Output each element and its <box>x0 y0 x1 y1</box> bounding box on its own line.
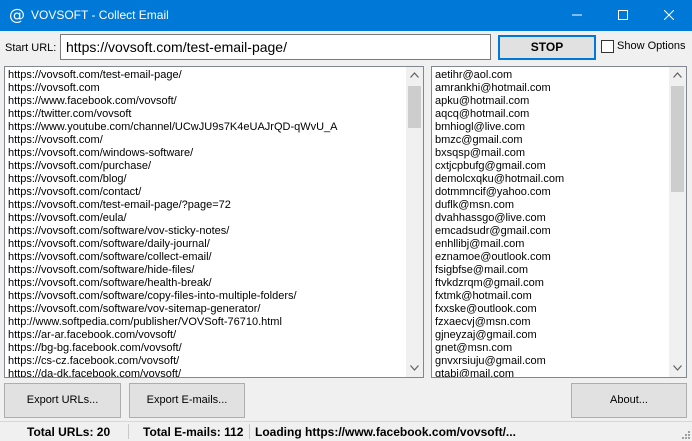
url-list-rows[interactable]: https://vovsoft.com/test-email-page/http… <box>6 69 406 377</box>
email-list-item[interactable]: eznamoe@outlook.com <box>433 251 669 264</box>
status-loading-text: Loading https://www.facebook.com/vovsoft… <box>255 425 516 439</box>
scroll-up-button[interactable] <box>669 67 686 84</box>
export-emails-button[interactable]: Export E-mails... <box>129 383 245 418</box>
email-list-item[interactable]: gjneyzaj@gmail.com <box>433 329 669 342</box>
url-list-item[interactable]: http://www.softpedia.com/publisher/VOVSo… <box>6 316 406 329</box>
scroll-down-button[interactable] <box>669 360 686 377</box>
url-list-item[interactable]: https://vovsoft.com/purchase/ <box>6 160 406 173</box>
email-list-item[interactable]: fsigbfse@mail.com <box>433 264 669 277</box>
list-splitter[interactable] <box>425 66 430 378</box>
close-icon <box>664 10 674 20</box>
url-list-item[interactable]: https://vovsoft.com/software/daily-journ… <box>6 238 406 251</box>
minimize-icon <box>572 14 582 16</box>
about-button[interactable]: About... <box>571 383 687 418</box>
url-list-item[interactable]: https://vovsoft.com/test-email-page/ <box>6 69 406 82</box>
email-list-item[interactable]: dvahhassgo@live.com <box>433 212 669 225</box>
scroll-up-button[interactable] <box>406 67 423 84</box>
email-list-item[interactable]: ftvkdzrqm@gmail.com <box>433 277 669 290</box>
window-title: VOVSOFT - Collect Email <box>31 8 169 22</box>
email-list-item[interactable]: dotmmncif@yahoo.com <box>433 186 669 199</box>
email-list-item[interactable]: enhllibj@mail.com <box>433 238 669 251</box>
url-list-item[interactable]: https://vovsoft.com/software/vov-sitemap… <box>6 303 406 316</box>
url-list-item[interactable]: https://vovsoft.com/blog/ <box>6 173 406 186</box>
url-list-item[interactable]: https://cs-cz.facebook.com/vovsoft/ <box>6 355 406 368</box>
url-list-item[interactable]: https://vovsoft.com/ <box>6 134 406 147</box>
status-divider <box>128 424 129 439</box>
url-list-item[interactable]: https://twitter.com/vovsoft <box>6 108 406 121</box>
email-list-item[interactable]: aqcq@hotmail.com <box>433 108 669 121</box>
url-list-item[interactable]: https://bg-bg.facebook.com/vovsoft/ <box>6 342 406 355</box>
start-url-label: Start URL: <box>5 42 57 54</box>
email-list-rows[interactable]: aetihr@aol.com amrankhi@hotmail.com apku@h… <box>433 69 669 377</box>
email-list-item[interactable]: bxsqsp@mail.com <box>433 147 669 160</box>
email-list-item[interactable]: bmzc@gmail.com <box>433 134 669 147</box>
url-list-item[interactable]: https://ar-ar.facebook.com/vovsoft/ <box>6 329 406 342</box>
email-list-item[interactable]: apku@hotmail.com <box>433 95 669 108</box>
status-total-emails: Total E-mails: 112 <box>143 425 244 439</box>
url-list-item[interactable]: https://www.facebook.com/vovsoft/ <box>6 95 406 108</box>
email-list-item[interactable]: gnet@msn.com <box>433 342 669 355</box>
scroll-down-button[interactable] <box>406 360 423 377</box>
stop-button[interactable]: STOP <box>498 35 596 60</box>
email-list-scrollbar[interactable] <box>669 67 686 377</box>
chevron-down-icon <box>673 365 682 371</box>
email-list-item[interactable]: fxxske@outlook.com <box>433 303 669 316</box>
resize-grip-icon[interactable] <box>681 430 691 440</box>
url-list-item[interactable]: https://vovsoft.com <box>6 82 406 95</box>
chevron-up-icon <box>410 72 419 78</box>
email-list-item[interactable]: demolcxqku@hotmail.com <box>433 173 669 186</box>
scroll-thumb[interactable] <box>671 86 684 192</box>
title-bar[interactable]: @ VOVSOFT - Collect Email <box>0 0 692 31</box>
url-list-scrollbar[interactable] <box>406 67 423 377</box>
url-list-item[interactable]: https://www.youtube.com/channel/UCwJU9s7… <box>6 121 406 134</box>
status-divider <box>249 424 250 439</box>
email-list-item[interactable]: cxtjcpbufg@gmail.com <box>433 160 669 173</box>
maximize-button[interactable] <box>600 0 646 31</box>
url-list[interactable]: https://vovsoft.com/test-email-page/http… <box>4 66 424 378</box>
email-list-item[interactable]: duflk@msn.com <box>433 199 669 212</box>
url-list-item[interactable]: https://vovsoft.com/eula/ <box>6 212 406 225</box>
status-total-urls: Total URLs: 20 <box>27 425 111 439</box>
url-list-item[interactable]: https://vovsoft.com/software/vov-sticky-… <box>6 225 406 238</box>
url-list-item[interactable]: https://vovsoft.com/contact/ <box>6 186 406 199</box>
url-list-item[interactable]: https://vovsoft.com/test-email-page/?pag… <box>6 199 406 212</box>
minimize-button[interactable] <box>554 0 600 31</box>
status-bar: Total URLs: 20 Total E-mails: 112 Loadin… <box>0 421 692 441</box>
url-list-item[interactable]: https://vovsoft.com/software/collect-ema… <box>6 251 406 264</box>
email-list-item[interactable]: emcadsudr@gmail.com <box>433 225 669 238</box>
close-button[interactable] <box>646 0 692 31</box>
start-url-input[interactable] <box>60 34 491 60</box>
url-list-item[interactable]: https://vovsoft.com/software/hide-files/ <box>6 264 406 277</box>
email-list-item[interactable]: fxtmk@hotmail.com <box>433 290 669 303</box>
at-sign-icon: @ <box>9 5 25 24</box>
email-list-item[interactable]: bmhiogl@live.com <box>433 121 669 134</box>
url-list-item[interactable]: https://vovsoft.com/software/health-brea… <box>6 277 406 290</box>
chevron-down-icon <box>410 365 419 371</box>
scroll-thumb[interactable] <box>408 86 421 128</box>
email-list[interactable]: aetihr@aol.com amrankhi@hotmail.com apku@h… <box>431 66 687 378</box>
maximize-icon <box>618 10 628 20</box>
email-list-item[interactable]: gnvxrsiuju@gmail.com <box>433 355 669 368</box>
email-list-item[interactable]: aetihr@aol.com <box>433 69 669 82</box>
show-options-label[interactable]: Show Options <box>617 40 685 52</box>
email-list-item[interactable]: fzxaecvj@msn.com <box>433 316 669 329</box>
export-urls-button[interactable]: Export URLs... <box>4 383 121 418</box>
show-options-checkbox[interactable] <box>601 40 614 53</box>
url-list-item[interactable]: https://vovsoft.com/software/copy-files-… <box>6 290 406 303</box>
url-list-item[interactable]: https://vovsoft.com/windows-software/ <box>6 147 406 160</box>
url-list-item[interactable]: https://da-dk.facebook.com/vovsoft/ <box>6 368 406 377</box>
email-list-item[interactable]: amrankhi@hotmail.com <box>433 82 669 95</box>
email-list-item[interactable]: gtabi@mail.com <box>433 368 669 377</box>
chevron-up-icon <box>673 72 682 78</box>
